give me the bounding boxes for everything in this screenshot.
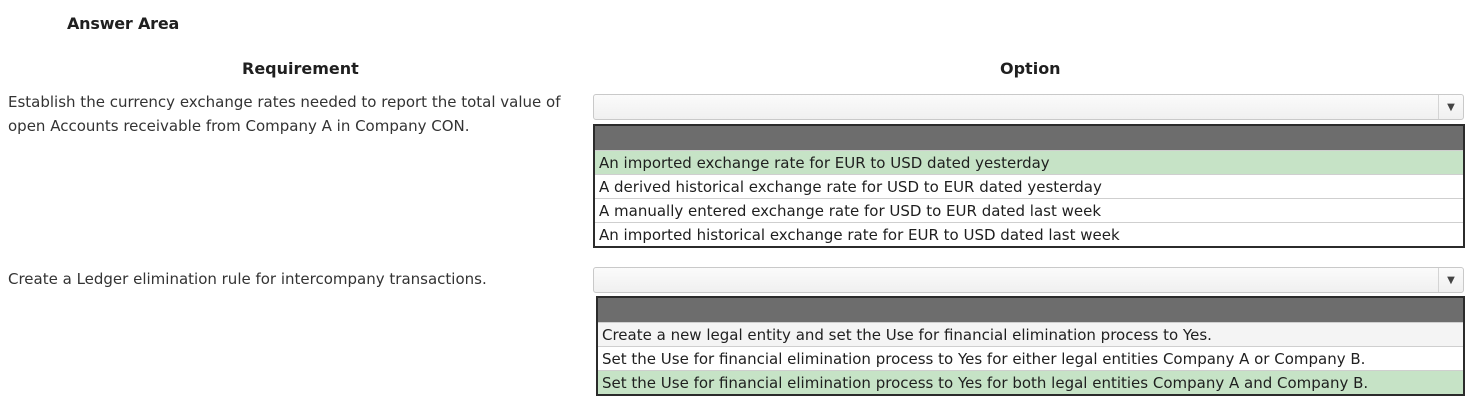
list-item[interactable]: An imported historical exchange rate for… (595, 222, 1463, 246)
option-dropdown-2[interactable]: ▼ (593, 267, 1464, 293)
option-list-1: An imported exchange rate for EUR to USD… (593, 124, 1465, 248)
list-item[interactable]: Set the Use for financial elimination pr… (598, 346, 1463, 370)
option-column-header: Option (1000, 59, 1061, 78)
list-item[interactable]: Set the Use for financial elimination pr… (598, 370, 1463, 394)
list-item[interactable]: An imported exchange rate for EUR to USD… (595, 150, 1463, 174)
option-list-header (598, 298, 1463, 322)
option-list-header (595, 126, 1463, 150)
chevron-down-icon[interactable]: ▼ (1438, 95, 1463, 119)
list-item[interactable]: A derived historical exchange rate for U… (595, 174, 1463, 198)
chevron-down-icon[interactable]: ▼ (1438, 268, 1463, 292)
option-list-2: Create a new legal entity and set the Us… (596, 296, 1465, 396)
requirement-text-1: Establish the currency exchange rates ne… (8, 93, 561, 135)
list-item[interactable]: A manually entered exchange rate for USD… (595, 198, 1463, 222)
list-item[interactable]: Create a new legal entity and set the Us… (598, 322, 1463, 346)
requirement-text-2: Create a Ledger elimination rule for int… (8, 270, 487, 288)
requirement-column-header: Requirement (242, 59, 359, 78)
option-dropdown-1[interactable]: ▼ (593, 94, 1464, 120)
answer-area-title: Answer Area (67, 14, 180, 33)
